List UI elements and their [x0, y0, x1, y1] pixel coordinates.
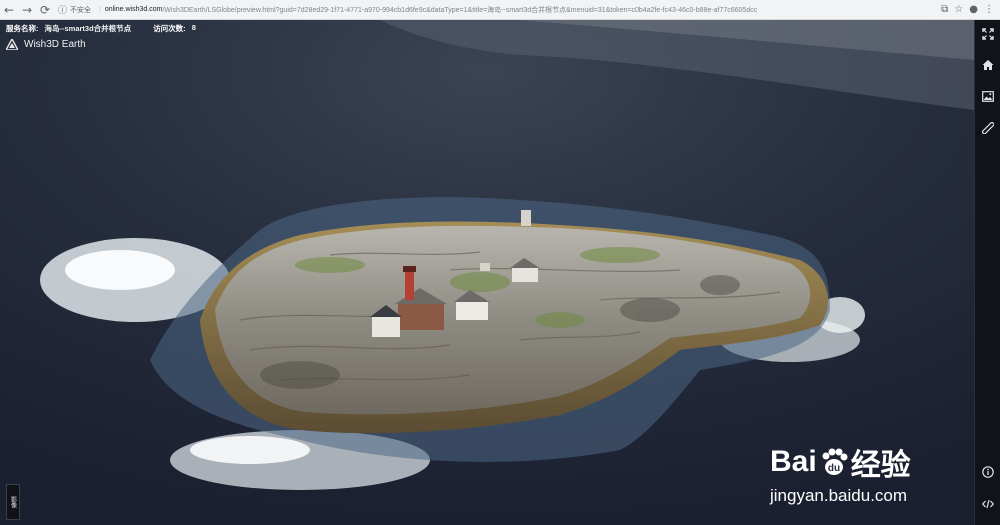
- reload-icon[interactable]: ⟳: [36, 0, 54, 20]
- browser-toolbar: ← → ⟳ ⓘ 不安全 | online.wish3d.com /Wish3DE…: [0, 0, 1000, 20]
- home-icon: [982, 60, 994, 70]
- translate-icon[interactable]: ⧉: [941, 4, 948, 15]
- service-name-value: 海岛--smart3d合并根节点: [44, 24, 132, 33]
- imagery-layer-label: 影像: [9, 496, 17, 508]
- wish3d-logo-icon: [6, 39, 18, 50]
- info-button[interactable]: [975, 460, 1000, 484]
- fullscreen-button[interactable]: [975, 22, 1000, 46]
- forward-icon[interactable]: →: [18, 0, 36, 20]
- measure-button[interactable]: [975, 116, 1000, 140]
- address-bar[interactable]: ⓘ 不安全 | online.wish3d.com /Wish3DEarth/L…: [58, 2, 928, 18]
- app-brand: Wish3D Earth: [6, 39, 86, 50]
- url-path: /Wish3DEarth/LSGlobe/preview.html?guid=7…: [162, 6, 758, 14]
- imagery-layer-tab[interactable]: 影像: [6, 484, 20, 520]
- watermark-brand-cn: 经验: [850, 449, 911, 482]
- svg-text:du: du: [828, 463, 840, 474]
- watermark-logo: Bai du 经验: [770, 440, 911, 484]
- app-title: Wish3D Earth: [24, 39, 86, 50]
- image-icon: [982, 90, 994, 102]
- menu-icon[interactable]: ⋮: [984, 4, 994, 15]
- profile-icon[interactable]: ●: [969, 4, 978, 15]
- watermark-brand: Bai: [770, 445, 817, 478]
- service-info-bar: 服务名称: 海岛--smart3d合并根节点 访问次数: 8: [6, 23, 196, 34]
- map-viewport[interactable]: 服务名称: 海岛--smart3d合并根节点 访问次数: 8 Wish3D Ea…: [0, 20, 974, 525]
- address-separator: |: [99, 6, 101, 13]
- bookmark-star-icon[interactable]: ☆: [954, 4, 963, 15]
- baidu-watermark: Bai du 经验 jingyan.baidu.com: [770, 440, 911, 506]
- visits-label: 访问次数:: [153, 24, 186, 33]
- back-icon[interactable]: ←: [0, 0, 18, 20]
- fullscreen-icon: [982, 28, 994, 40]
- code-button[interactable]: [975, 492, 1000, 516]
- home-button[interactable]: [975, 53, 1000, 77]
- service-name-label: 服务名称:: [6, 24, 39, 33]
- url-host: online.wish3d.com: [104, 6, 163, 13]
- info-icon[interactable]: ⓘ: [58, 3, 67, 16]
- ruler-icon: [982, 122, 994, 134]
- watermark-url: jingyan.baidu.com: [770, 486, 908, 505]
- right-toolbar: [974, 20, 1000, 525]
- paw-icon: du: [822, 448, 848, 475]
- security-label: 不安全: [70, 6, 92, 14]
- code-icon: [982, 499, 994, 509]
- info-icon: [982, 466, 994, 478]
- visits-count: 8: [191, 23, 196, 32]
- imagery-button[interactable]: [975, 84, 1000, 108]
